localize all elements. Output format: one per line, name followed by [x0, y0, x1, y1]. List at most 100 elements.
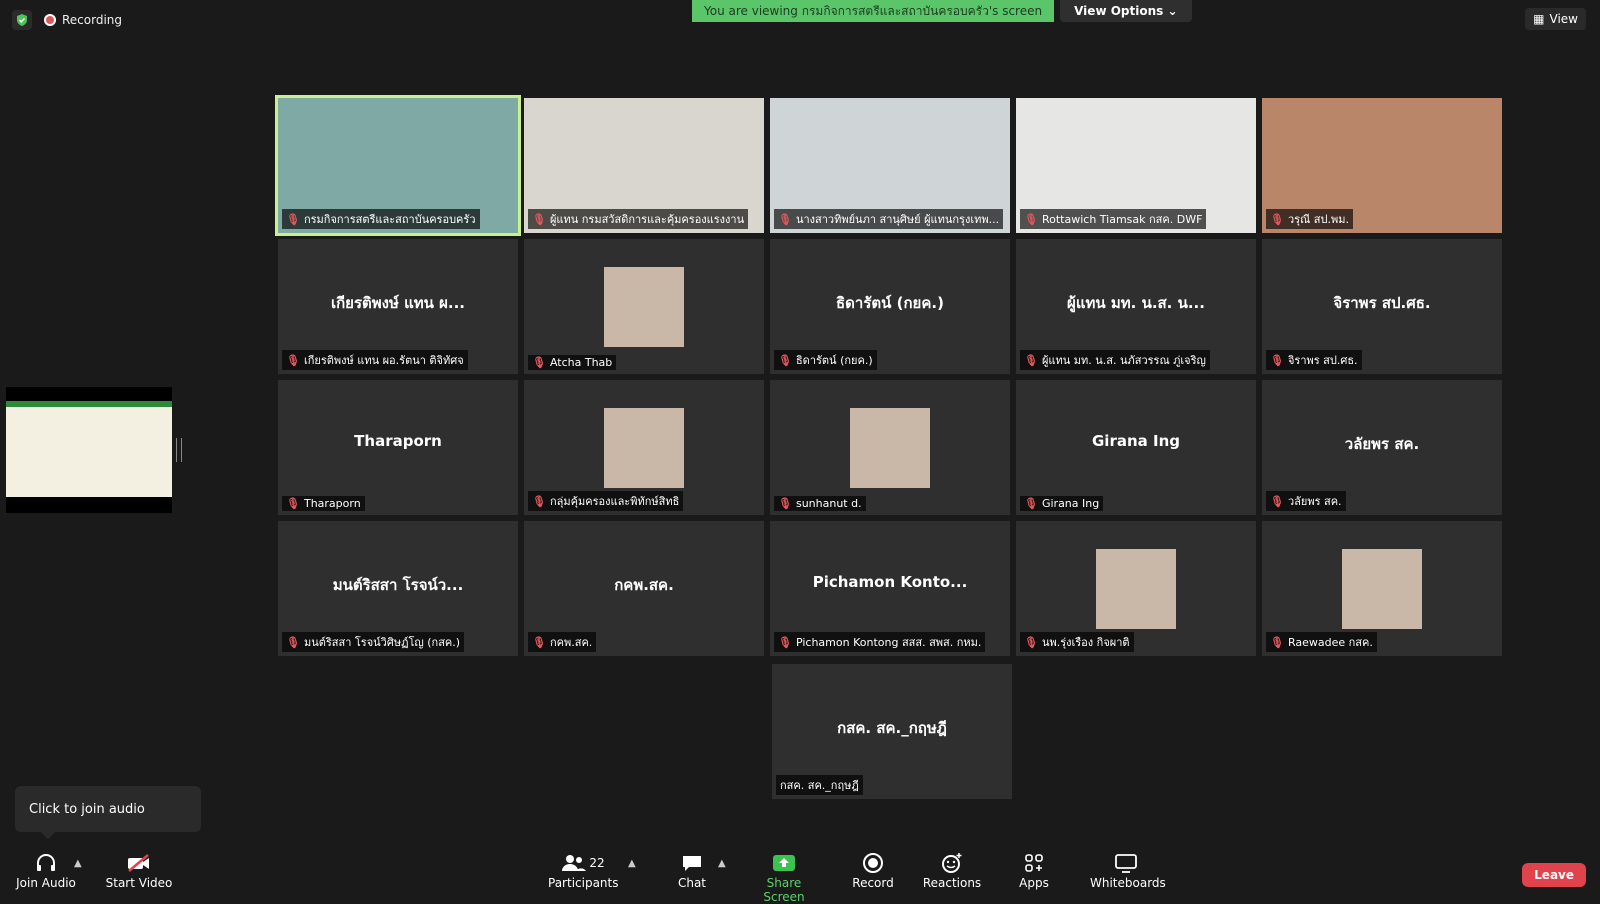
participant-tile[interactable]: ผู้แทน มท. น.ส. น... 🎙 ผู้แทน มท. น.ส. นภั… [1016, 239, 1256, 374]
muted-mic-icon: 🎙 [286, 635, 300, 649]
start-video-button[interactable]: Start Video [104, 850, 174, 890]
view-options-button[interactable]: View Options ⌄ [1060, 0, 1192, 22]
reactions-label: Reactions [922, 876, 982, 890]
record-dot-icon [44, 14, 56, 26]
participant-tile[interactable]: Girana Ing 🎙 Girana Ing [1016, 380, 1256, 515]
recording-indicator[interactable]: Recording [44, 13, 122, 27]
chat-button[interactable]: Chat [672, 850, 712, 890]
participant-name: ผู้แทน มท. น.ส. นภัสวรรณ ภู่เจริญ [1041, 354, 1206, 367]
participant-name-label: 🎙 Atcha Thab [528, 355, 617, 370]
participant-tile[interactable]: 🎙 sunhanut d. [770, 380, 1010, 515]
grid-icon: ▦ [1533, 12, 1545, 26]
participants-count: 22 [589, 856, 605, 870]
participant-avatar [1096, 549, 1176, 629]
participant-name: กรมกิจการสตรีและสถาบันครอบครัว [303, 213, 476, 226]
participant-display-name: วลัยพร สค. [1344, 435, 1420, 453]
share-screen-button[interactable]: Share Screen [746, 850, 822, 904]
participant-name: วรุณี สป.พม. [1287, 213, 1349, 226]
muted-mic-icon: 🎙 [286, 212, 300, 226]
participant-name: ผู้แทน กรมสวัสดิการและคุ้มครองแรงงาน [549, 213, 745, 226]
participants-caret-icon[interactable]: ▲ [628, 858, 636, 869]
participant-name: เกียรติพงษ์ แทน ผอ.รัตนา ติจิทัศจ [303, 354, 464, 367]
view-options-label: View Options [1074, 4, 1164, 18]
participant-tile[interactable]: กสค. สค._กฤษฎี กสค. สค._กฤษฎี [772, 664, 1012, 799]
participant-name: Pichamon Kontong สสส. สพส. กหม. [795, 636, 982, 649]
muted-mic-icon: 🎙 [532, 494, 546, 508]
participant-display-name: กสค. สค._กฤษฎี [837, 719, 947, 737]
viewing-screen-message: You are viewing กรมกิจการสตรีและสถาบันคร… [692, 0, 1055, 22]
participant-name: จิราพร สป.ศธ. [1287, 354, 1358, 367]
participant-tile[interactable]: 🎙 นพ.รุ่งเรือง กิจผาติ [1016, 521, 1256, 656]
resize-handle[interactable] [176, 438, 182, 462]
join-audio-tooltip[interactable]: Click to join audio [15, 786, 201, 839]
participant-name: Tharaporn [303, 497, 361, 510]
participant-tile[interactable]: 🎙 กลุ่มคุ้มครองและพิทักษ์สิทธิ [524, 380, 764, 515]
muted-mic-icon: 🎙 [1270, 353, 1284, 367]
chevron-down-icon: ⌄ [1167, 4, 1178, 18]
participant-display-name: Tharaporn [354, 432, 442, 450]
participant-name-label: 🎙 Rottawich Tiamsak กสค. DWF [1020, 209, 1207, 229]
participant-tile[interactable]: Tharaporn 🎙 Tharaporn [278, 380, 518, 515]
participant-tile[interactable]: 🎙 Atcha Thab [524, 239, 764, 374]
participant-name: Raewadee กสค. [1287, 636, 1373, 649]
participant-name: กลุ่มคุ้มครองและพิทักษ์สิทธิ [549, 495, 680, 508]
participant-name: ธิดารัตน์ (กยค.) [795, 354, 873, 367]
participant-avatar [604, 408, 684, 488]
audio-options-caret-icon[interactable]: ▲ [74, 858, 82, 869]
leave-button[interactable]: Leave [1522, 863, 1586, 887]
security-shield-icon[interactable] [12, 10, 32, 30]
participant-name: วลัยพร สค. [1287, 495, 1342, 508]
participant-name: มนต์ริสสา โรจน์วิศิษฏ์โญ (กสค.) [303, 636, 461, 649]
participant-avatar [604, 267, 684, 347]
participant-name-label: กสค. สค._กฤษฎี [776, 775, 863, 795]
slide-preview [6, 401, 172, 497]
participant-tile[interactable]: 🎙 Rottawich Tiamsak กสค. DWF [1016, 98, 1256, 233]
participant-tile[interactable]: มนต์ริสสา โรจน์ว... 🎙 มนต์ริสสา โรจน์วิศิษ… [278, 521, 518, 656]
participant-tile[interactable]: วลัยพร สค. 🎙 วลัยพร สค. [1262, 380, 1502, 515]
join-audio-button[interactable]: Join Audio [16, 850, 76, 890]
participant-tile[interactable]: 🎙 วรุณี สป.พม. [1262, 98, 1502, 233]
chat-caret-icon[interactable]: ▲ [718, 858, 726, 869]
participant-name-label: 🎙 จิราพร สป.ศธ. [1266, 350, 1362, 370]
participants-button[interactable]: 22 Participants [548, 850, 619, 890]
participant-tile[interactable]: ธิดารัตน์ (กยค.) 🎙 ธิดารัตน์ (กยค.) [770, 239, 1010, 374]
record-icon [848, 850, 898, 876]
participant-tile[interactable]: กคพ.สค. 🎙 กคพ.สค. [524, 521, 764, 656]
video-off-icon [104, 850, 174, 876]
reactions-button[interactable]: Reactions [922, 850, 982, 890]
muted-mic-icon: 🎙 [1270, 212, 1284, 226]
share-screen-icon [746, 850, 822, 876]
whiteboard-icon [1090, 850, 1162, 876]
participant-tile[interactable]: เกียรติพงษ์ แทน ผ... 🎙 เกียรติพงษ์ แทน ผอ.… [278, 239, 518, 374]
muted-mic-icon: 🎙 [778, 497, 792, 510]
participant-display-name: Girana Ing [1092, 432, 1180, 450]
participant-name: sunhanut d. [795, 497, 862, 510]
participant-display-name: Pichamon Konto... [812, 573, 968, 591]
participant-tile[interactable]: 🎙 กรมกิจการสตรีและสถาบันครอบครัว [275, 95, 521, 236]
muted-mic-icon: 🎙 [1024, 497, 1038, 510]
participant-avatar [1342, 549, 1422, 629]
participant-tile[interactable]: 🎙 นางสาวทิพย์นภา สานุศิษย์ ผู้แทนกรุงเทพ.… [770, 98, 1010, 233]
record-button[interactable]: Record [848, 850, 898, 890]
join-audio-label: Join Audio [16, 876, 76, 890]
participant-tile[interactable]: 🎙 ผู้แทน กรมสวัสดิการและคุ้มครองแรงงาน [524, 98, 764, 233]
muted-mic-icon: 🎙 [1024, 212, 1038, 226]
whiteboards-button[interactable]: Whiteboards [1090, 850, 1166, 890]
participant-display-name: กคพ.สค. [614, 576, 674, 594]
chat-icon [672, 850, 712, 876]
participant-name-label: 🎙 ธิดารัตน์ (กยค.) [774, 350, 877, 370]
participant-name-label: 🎙 นางสาวทิพย์นภา สานุศิษย์ ผู้แทนกรุงเทพ.… [774, 209, 1004, 229]
participant-tile[interactable]: Pichamon Konto... 🎙 Pichamon Kontong สสส. … [770, 521, 1010, 656]
participant-name-label: 🎙 เกียรติพงษ์ แทน ผอ.รัตนา ติจิทัศจ [282, 350, 468, 370]
participant-name-label: 🎙 ผู้แทน มท. น.ส. นภัสวรรณ ภู่เจริญ [1020, 350, 1210, 370]
participant-display-name: ธิดารัตน์ (กยค.) [836, 294, 944, 312]
participant-name: กสค. สค._กฤษฎี [780, 779, 859, 792]
view-button[interactable]: ▦ View [1525, 8, 1586, 30]
view-label: View [1549, 12, 1578, 26]
participant-tile[interactable]: จิราพร สป.ศธ. 🎙 จิราพร สป.ศธ. [1262, 239, 1502, 374]
participant-tile[interactable]: 🎙 Raewadee กสค. [1262, 521, 1502, 656]
apps-button[interactable]: Apps [1014, 850, 1054, 890]
participant-name-label: 🎙 Tharaporn [282, 496, 365, 511]
shared-screen-thumbnail[interactable] [6, 387, 172, 513]
participant-name-label: 🎙 ผู้แทน กรมสวัสดิการและคุ้มครองแรงงาน [528, 209, 749, 229]
